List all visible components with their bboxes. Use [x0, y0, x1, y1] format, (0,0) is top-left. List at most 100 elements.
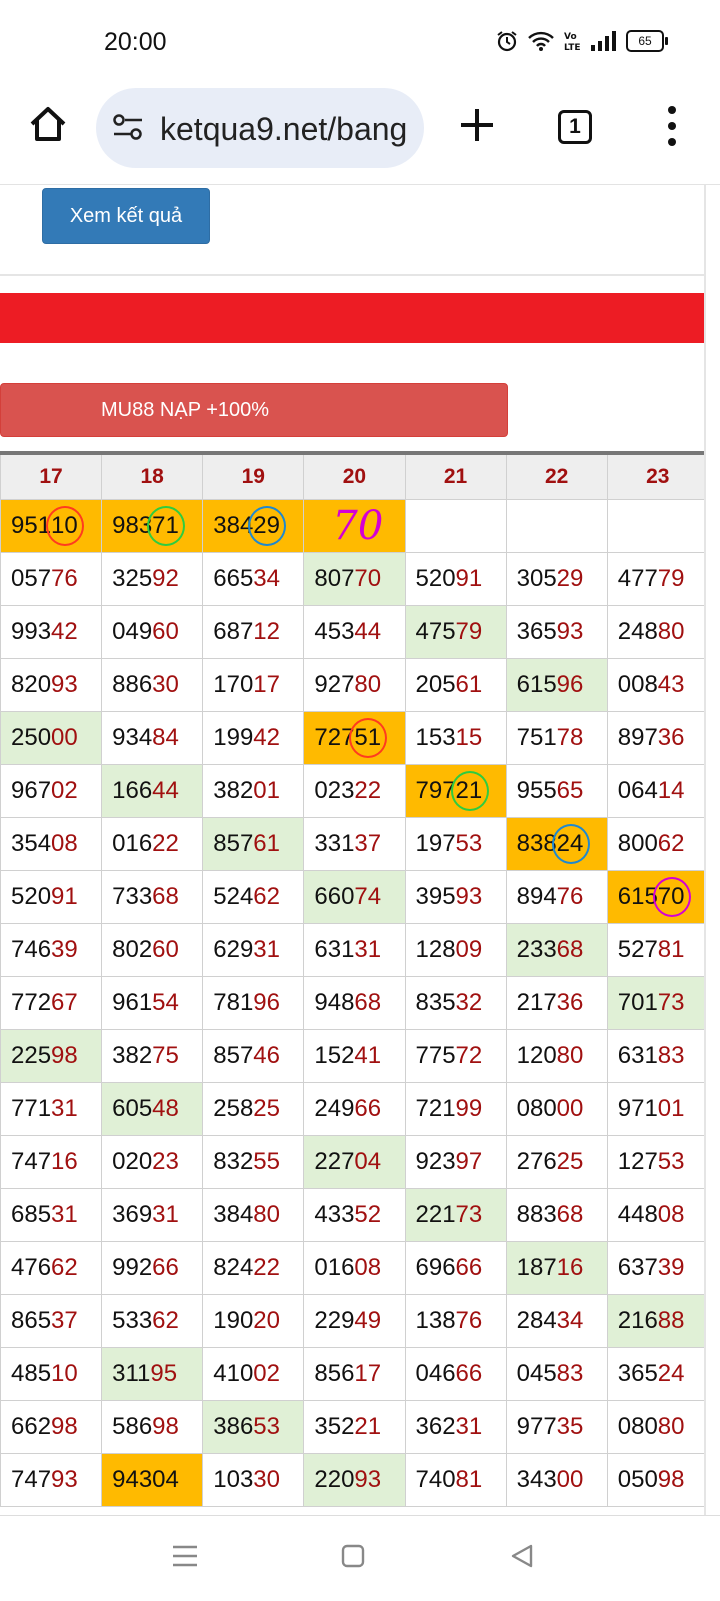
- cell-suffix-digits: 81: [657, 935, 685, 963]
- cell-prefix-digits: 475: [415, 617, 456, 645]
- result-cell: 39593: [404, 869, 507, 924]
- site-settings-icon[interactable]: [112, 114, 144, 140]
- cell-suffix-digits: 20: [253, 1306, 280, 1334]
- cell-suffix-digits: 23: [152, 1147, 179, 1175]
- result-cell: 52091: [404, 551, 507, 606]
- cell-suffix-digits: 17: [354, 1359, 382, 1387]
- cell-suffix-wrap: 80: [253, 1201, 280, 1229]
- cell-prefix-digits: 701: [617, 988, 658, 1016]
- result-cell: 47779: [606, 551, 706, 606]
- result-cell: 13876: [404, 1293, 507, 1348]
- cell-prefix-digits: 948: [314, 988, 355, 1016]
- battery-icon: 65: [626, 30, 668, 52]
- cell-suffix-wrap: 68: [152, 883, 179, 911]
- hand-drawn-circle: [652, 876, 691, 917]
- result-cell: 66298: [0, 1399, 103, 1454]
- result-cell: 77572: [404, 1028, 507, 1083]
- result-cell: 38653: [202, 1399, 305, 1454]
- cell-suffix-digits: 39: [51, 935, 78, 963]
- cell-suffix-wrap: 93: [456, 883, 483, 911]
- cell-prefix-digits: 382: [112, 1041, 153, 1069]
- cell-suffix-wrap: 80: [354, 671, 381, 699]
- cell-suffix-digits: 34: [253, 564, 280, 592]
- cell-prefix-digits: 008: [617, 670, 658, 698]
- cell-suffix-wrap: 32: [456, 989, 483, 1017]
- cell-prefix-digits: 835: [415, 988, 456, 1016]
- cell-prefix-digits: 983: [112, 511, 153, 539]
- result-cell: 61596: [505, 657, 608, 712]
- result-cell: 33137: [303, 816, 406, 871]
- new-tab-icon[interactable]: [458, 106, 496, 144]
- result-cell: 83532: [404, 975, 507, 1030]
- cell-suffix-digits: 76: [51, 564, 78, 592]
- view-results-button[interactable]: Xem kết quả: [42, 188, 210, 244]
- recents-menu-icon[interactable]: [172, 1544, 198, 1568]
- cell-prefix-digits: 477: [617, 564, 658, 592]
- cell-prefix-digits: 170: [213, 670, 254, 698]
- cell-suffix-wrap: 93: [354, 1466, 381, 1494]
- result-cell: 35408: [0, 816, 103, 871]
- tab-switcher-button[interactable]: 1: [558, 110, 592, 144]
- cell-prefix-digits: 166: [112, 776, 153, 804]
- cell-suffix-digits: 36: [657, 723, 685, 751]
- cell-prefix-digits: 687: [213, 617, 254, 645]
- cell-prefix-digits: 016: [314, 1253, 355, 1281]
- cell-suffix-digits: 30: [152, 670, 179, 698]
- cell-suffix-wrap: 98: [152, 1413, 179, 1441]
- result-cell: 80260: [101, 922, 204, 977]
- cell-suffix-wrap: 62: [51, 1254, 78, 1282]
- cell-prefix-digits: 080: [516, 1094, 557, 1122]
- result-cell: 63183: [606, 1028, 706, 1083]
- cell-suffix-wrap: 48: [152, 1095, 179, 1123]
- cell-prefix-digits: 824: [213, 1253, 254, 1281]
- cell-suffix-digits: 48: [152, 1094, 179, 1122]
- cell-prefix-digits: 993: [11, 617, 52, 645]
- back-nav-icon[interactable]: [510, 1544, 534, 1568]
- cell-suffix-wrap: 21: [450, 770, 489, 811]
- cell-suffix-wrap: 79: [456, 618, 483, 646]
- cell-suffix-wrap: 31: [51, 1201, 78, 1229]
- cell-suffix-digits: 68: [556, 1200, 584, 1228]
- cell-suffix-wrap: 66: [354, 1095, 381, 1123]
- more-menu-icon[interactable]: [664, 104, 680, 148]
- cell-suffix-wrap: 54: [152, 989, 179, 1017]
- url-text[interactable]: ketqua9.net/bang: [160, 111, 416, 148]
- cell-suffix-digits: 93: [556, 617, 584, 645]
- result-cell: 05098: [606, 1452, 706, 1507]
- ad-button[interactable]: MU88 NẠP +100%: [0, 383, 508, 437]
- wifi-icon: [528, 31, 554, 51]
- cell-prefix-digits: 384: [213, 1200, 254, 1228]
- result-cell: 24880: [606, 604, 706, 659]
- cell-suffix-wrap: 29: [248, 505, 287, 546]
- cell-prefix-digits: 992: [112, 1253, 153, 1281]
- status-bar: 20:00 Vo LTE 65: [0, 0, 720, 84]
- home-nav-icon[interactable]: [341, 1544, 365, 1568]
- cell-suffix-wrap: 43: [658, 671, 685, 699]
- cell-suffix-digits: 91: [455, 564, 483, 592]
- cell-prefix-digits: 250: [11, 723, 52, 751]
- cell-suffix-wrap: 60: [152, 936, 179, 964]
- cell-suffix-digits: 43: [657, 670, 685, 698]
- result-cell: 43352: [303, 1187, 406, 1242]
- cell-prefix-digits: 325: [112, 564, 153, 592]
- result-cell: 74716: [0, 1134, 103, 1189]
- cell-suffix-wrap: 61: [253, 830, 280, 858]
- cell-suffix-digits: 98: [657, 1465, 685, 1493]
- cell-suffix-wrap: 24: [658, 1360, 685, 1388]
- cell-prefix-digits: 064: [617, 776, 658, 804]
- result-cell: 34300: [505, 1452, 608, 1507]
- cell-suffix-wrap: 49: [354, 1307, 381, 1335]
- cell-prefix-digits: 233: [516, 935, 557, 963]
- cell-suffix-digits: 81: [455, 1465, 483, 1493]
- result-cell: 86537: [0, 1293, 103, 1348]
- alarm-icon: [497, 31, 517, 52]
- cell-prefix-digits: 020: [112, 1147, 153, 1175]
- cell-prefix-digits: 971: [617, 1094, 658, 1122]
- cell-prefix-digits: 662: [11, 1412, 52, 1440]
- address-bar[interactable]: ketqua9.net/bang: [96, 88, 424, 168]
- cell-suffix-digits: 70: [354, 564, 382, 592]
- cell-suffix-digits: 08: [51, 829, 78, 857]
- result-cell: 53362: [101, 1293, 204, 1348]
- home-icon[interactable]: [28, 104, 68, 144]
- cell-suffix-wrap: 01: [253, 777, 280, 805]
